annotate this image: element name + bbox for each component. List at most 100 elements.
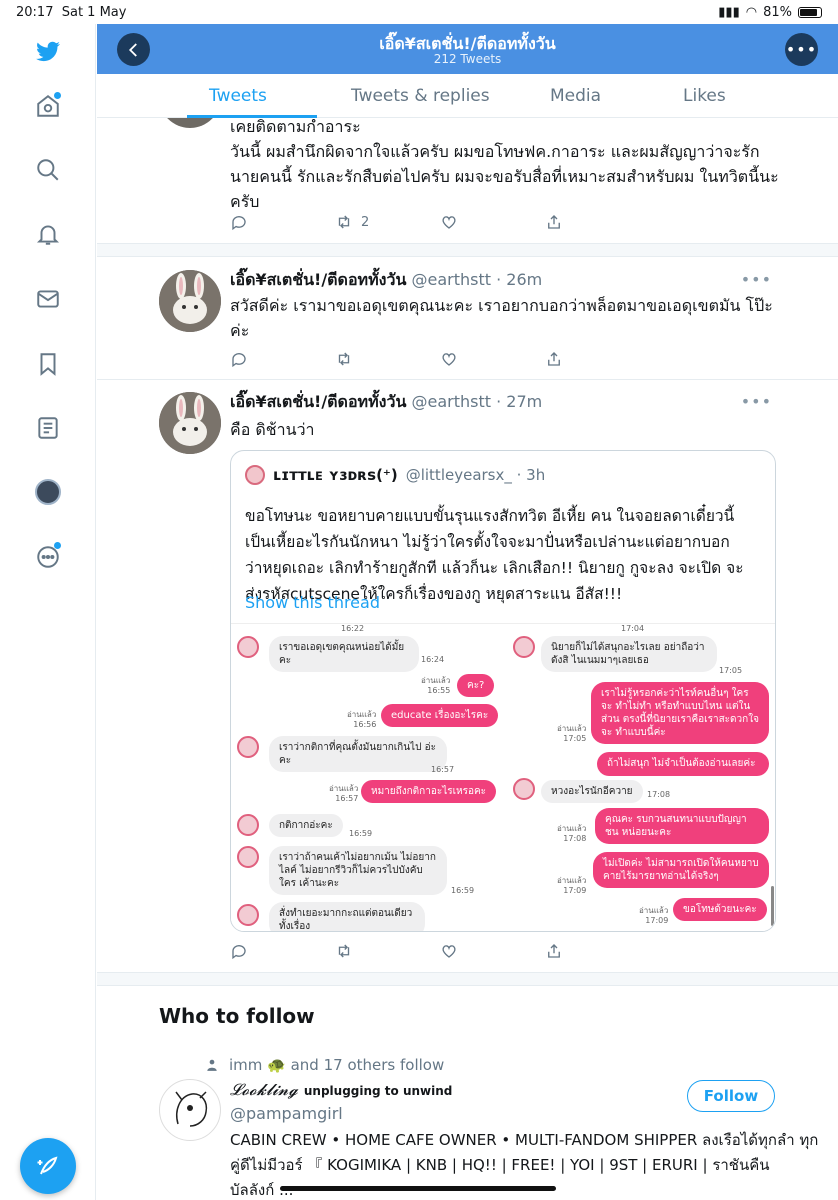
retweet-button[interactable] <box>335 942 440 960</box>
chat-read-receipt: อ่านแล้ว 17:09 <box>557 876 587 895</box>
notifications-bell-icon[interactable] <box>28 214 68 254</box>
chat-time: 17:05 <box>719 666 743 675</box>
messages-mail-icon[interactable] <box>28 279 68 319</box>
tweet-actions <box>230 942 650 960</box>
share-icon <box>548 352 560 366</box>
chat-avatar <box>513 778 535 800</box>
share-button[interactable] <box>545 213 650 231</box>
share-button[interactable] <box>545 350 650 368</box>
twitter-logo-icon[interactable] <box>28 32 68 72</box>
reply-button[interactable] <box>230 350 335 368</box>
author-handle-time: @earthstt · 26m <box>411 270 543 289</box>
chat-read-receipt: อ่านแล้ว 16:56 <box>347 710 377 729</box>
retweet-button[interactable]: 2 <box>335 213 440 231</box>
thread-divider <box>97 243 838 257</box>
home-notification-dot <box>54 92 61 99</box>
tweet-avatar[interactable] <box>159 270 221 332</box>
reply-icon <box>232 353 246 368</box>
author-handle-time: @earthstt · 27m <box>411 392 543 411</box>
reply-button[interactable] <box>230 942 335 960</box>
chat-avatar <box>237 636 259 658</box>
suggested-user-name-row: 𝓛𝓸𝓸𝓴𝓵𝓲𝓷𝓰 unplugging to unwind <box>230 1080 452 1100</box>
chat-time: 16:59 <box>451 886 475 895</box>
retweet-icon <box>338 352 350 366</box>
chat-bubble-received: นิยายก็ไม่ได้สนุกอะไรเลย อย่าถือว่า ดังส… <box>541 636 717 672</box>
tweet[interactable]: เอิ๊ด¥สเตชั่น!/ตีดอททั้งวัน @earthstt · … <box>97 258 838 378</box>
show-this-thread-link[interactable]: Show this thread <box>245 593 380 612</box>
chat-bubble-received: เราว่ากติกาที่คุณตั้งมันยากเกินไป อ่ะคะ <box>269 736 447 772</box>
chat-avatar <box>237 846 259 868</box>
battery-percent: 81% <box>763 5 792 20</box>
chat-bubble-received: หวงอะไรนักอีควาย <box>541 780 643 803</box>
tweet-avatar[interactable] <box>159 118 221 128</box>
bookmarks-icon[interactable] <box>28 344 68 384</box>
heart-icon <box>442 353 456 366</box>
tweet-actions <box>230 350 650 368</box>
suggested-user-name[interactable]: 𝓛𝓸𝓸𝓴𝓵𝓲𝓷𝓰 <box>230 1080 298 1100</box>
chat-avatar <box>513 636 535 658</box>
author-name[interactable]: เอิ๊ด¥สเตชั่น!/ตีดอททั้งวัน <box>230 392 406 411</box>
chat-read-receipt: อ่านแล้ว 17:08 <box>557 824 587 843</box>
chat-avatar <box>237 814 259 836</box>
like-button[interactable] <box>440 942 545 960</box>
follow-button[interactable]: Follow <box>687 1080 775 1112</box>
tab-media[interactable]: Media <box>550 86 601 106</box>
who-to-follow-heading: Who to follow <box>159 1004 315 1028</box>
tab-tweets-and-replies[interactable]: Tweets & replies <box>351 86 490 106</box>
suggested-user-handle: @pampamgirl <box>230 1104 343 1123</box>
tweet[interactable]: เคยติดตามกำอาระ วันนี้ ผมสำนึกผิดจากใจแล… <box>97 118 838 243</box>
header-more-button[interactable]: ••• <box>785 33 818 66</box>
share-button[interactable] <box>545 942 650 960</box>
profile-header-bar: เอิ๊ด¥สเตชั่น!/ตีดอททั้งวัน 212 Tweets •… <box>97 24 838 74</box>
more-options-icon[interactable] <box>28 537 68 577</box>
tab-likes[interactable]: Likes <box>683 86 726 106</box>
retweet-icon <box>338 944 350 958</box>
chat-bubble-sent: ขอโทษด้วยนะคะ <box>673 898 767 921</box>
reply-button[interactable] <box>230 213 335 231</box>
suggested-user-avatar[interactable] <box>159 1079 221 1141</box>
more-dots-icon: ••• <box>785 40 818 59</box>
chat-bubble-sent: หมายถึงกติกาอะไรเหรอคะ <box>361 780 497 803</box>
compose-feather-icon <box>37 1156 58 1175</box>
heart-icon <box>442 945 456 958</box>
quote-chat-screenshot-image[interactable]: 16:22 เราขอเอดุเขตคุณหน่อยได้มั้ยคะ 16:2… <box>231 623 775 931</box>
tweet-text: คือ ดิช้านว่า <box>230 420 315 439</box>
more-notification-dot <box>54 542 61 549</box>
compose-tweet-button[interactable] <box>20 1138 76 1194</box>
quoted-tweet-card[interactable]: ʟɪᴛᴛʟᴇ ʏɜᴅʀs(⁺) @littleyearsx_ · 3h ขอโท… <box>230 450 776 932</box>
tweet-avatar[interactable] <box>159 392 221 454</box>
tweet-more-icon[interactable]: ••• <box>741 270 772 289</box>
chat-time: 16:59 <box>349 829 373 838</box>
chat-bubble-sent: educate เรื่องอะไรคะ <box>381 704 499 727</box>
chat-bubble-sent: เราไม่รู้หรอกค่ะว่าไรท์คนอื่นๆ ใครจะ ทำไ… <box>591 682 769 744</box>
battery-icon <box>798 7 822 18</box>
profile-avatar-icon[interactable] <box>28 472 68 512</box>
tweet-more-icon[interactable]: ••• <box>741 392 772 411</box>
status-time-date: 20:17 Sat 1 May <box>16 5 127 20</box>
home-icon[interactable] <box>28 86 68 126</box>
tweet-feed: เคยติดตามกำอาระ วันนี้ ผมสำนึกผิดจากใจแล… <box>97 118 838 1200</box>
tweet-text: สวัสดีค่ะ เรามาขอเอดุเขตคุณนะคะ เราอยากบ… <box>230 296 773 340</box>
section-divider <box>97 972 838 986</box>
chat-read-receipt: อ่านแล้ว 17:09 <box>639 906 669 925</box>
tweet-header: เอิ๊ด¥สเตชั่น!/ตีดอททั้งวัน @earthstt · … <box>230 268 542 293</box>
chat-bubble-received: เราขอเอดุเขตคุณหน่อยได้มั้ยคะ <box>269 636 419 672</box>
profile-tabs: Tweets Tweets & replies Media Likes <box>97 74 838 118</box>
suggested-user-name-suffix: unplugging to unwind <box>303 1084 453 1098</box>
quote-author-name: ʟɪᴛᴛʟᴇ ʏɜᴅʀs(⁺) <box>273 466 398 484</box>
retweet-button[interactable] <box>335 350 440 368</box>
author-name[interactable]: เอิ๊ด¥สเตชั่น!/ตีดอททั้งวัน <box>230 270 406 289</box>
tweet-actions: 2 <box>230 213 650 231</box>
chat-time: 16:24 <box>421 655 445 664</box>
reply-icon <box>232 216 246 231</box>
signal-icon: ▮▮▮ <box>718 5 740 20</box>
search-icon[interactable] <box>28 150 68 190</box>
follow-social-context: imm 🐢 and 17 others follow <box>205 1056 444 1074</box>
sidebar-nav <box>0 24 96 1200</box>
lists-icon[interactable] <box>28 408 68 448</box>
like-button[interactable] <box>440 213 545 231</box>
tab-tweets[interactable]: Tweets <box>209 86 267 106</box>
chat-avatar <box>237 736 259 758</box>
like-button[interactable] <box>440 350 545 368</box>
chat-bubble-received: กติกากอ่ะคะ <box>269 814 343 837</box>
